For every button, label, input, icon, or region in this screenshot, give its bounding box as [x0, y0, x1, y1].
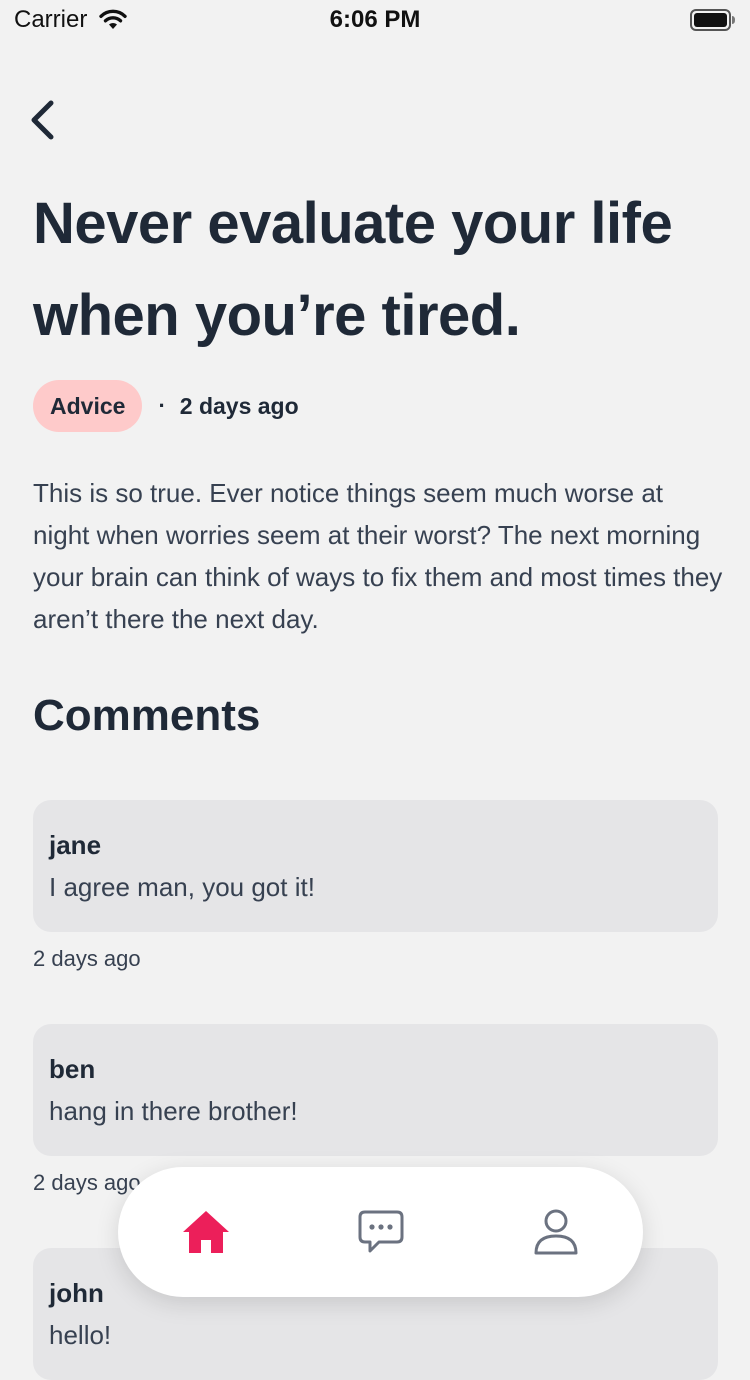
tab-home[interactable] — [151, 1167, 261, 1297]
comments-heading: Comments — [33, 691, 261, 740]
user-icon — [534, 1209, 578, 1255]
comment-text: hang in there brother! — [49, 1096, 298, 1126]
tab-profile[interactable] — [501, 1167, 611, 1297]
comment-card[interactable]: ben hang in there brother! — [33, 1024, 718, 1156]
post-meta: Advice · 2 days ago — [33, 380, 299, 432]
chevron-left-icon — [31, 100, 54, 140]
post-title: Never evaluate your life when you’re tir… — [33, 191, 673, 348]
status-time: 6:06 PM — [329, 6, 421, 33]
chat-icon — [358, 1210, 404, 1253]
comment-card[interactable]: jane I agree man, you got it! — [33, 800, 718, 932]
back-button[interactable] — [20, 96, 64, 144]
status-bar: Carrier 6:06 PM — [0, 0, 750, 40]
comment-author: ben — [49, 1054, 96, 1084]
home-icon — [183, 1211, 229, 1253]
comment-date: 2 days ago — [33, 946, 141, 971]
post-date: 2 days ago — [179, 392, 299, 419]
category-badge[interactable]: Advice — [33, 380, 143, 432]
meta-separator: · — [158, 393, 166, 418]
post-body: This is so true. Ever notice things seem… — [33, 478, 723, 634]
comment-text: I agree man, you got it! — [49, 872, 315, 902]
comment-author: jane — [49, 830, 102, 860]
tab-bar — [118, 1167, 643, 1297]
comment-date: 2 days ago — [33, 1170, 141, 1195]
comment-text: hello! — [49, 1320, 112, 1350]
battery-icon — [690, 9, 736, 36]
tab-chat[interactable] — [326, 1167, 436, 1297]
